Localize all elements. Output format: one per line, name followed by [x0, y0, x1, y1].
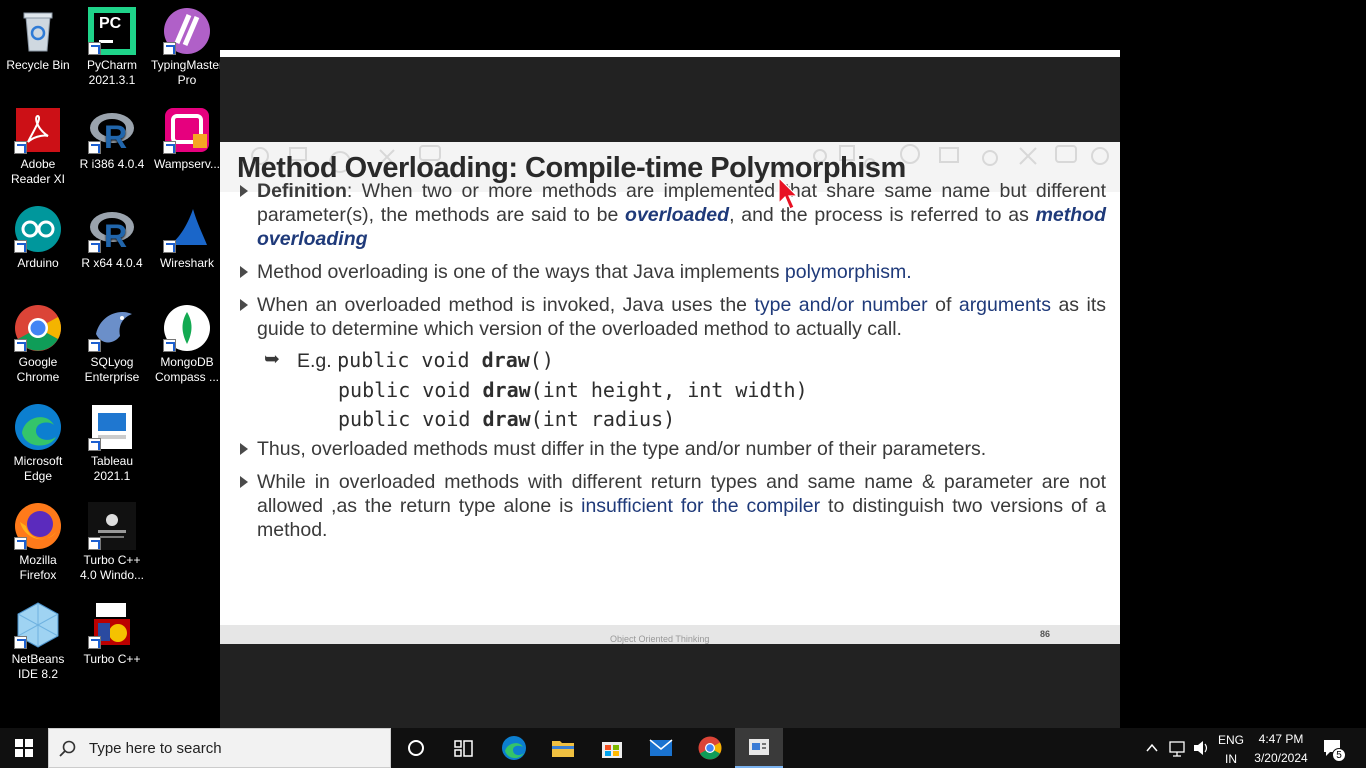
- mail-icon: [649, 739, 673, 756]
- wampserver-icon: [163, 106, 211, 154]
- search-placeholder: Type here to search: [89, 740, 222, 757]
- code-example: E.g. public void draw() public void draw…: [297, 346, 808, 434]
- slide: Method Overloading: Compile-time Polymor…: [220, 142, 1120, 644]
- tray-clock[interactable]: 4:47 PM 3/20/2024: [1252, 728, 1310, 768]
- start-button[interactable]: [0, 728, 48, 768]
- clock-date: 3/20/2024: [1254, 751, 1308, 765]
- desktop-icon-arduino[interactable]: Arduino: [0, 205, 76, 271]
- cortana-button[interactable]: [392, 728, 440, 768]
- bullet-return-types: While in overloaded methods with differe…: [240, 470, 1106, 542]
- chrome-icon: [14, 304, 62, 352]
- arduino-icon: [14, 205, 62, 253]
- desktop-icon-wireshark[interactable]: Wireshark: [149, 205, 225, 271]
- recycle-bin-icon: [14, 7, 62, 55]
- desktop-icon-adobe-reader[interactable]: Adobe Reader XI: [0, 106, 76, 187]
- adobe-reader-icon: [14, 106, 62, 154]
- sub-bullet-arrow-icon: ➥: [264, 348, 280, 370]
- pycharm-icon: PC: [88, 7, 136, 55]
- turbo-cpp-icon: [88, 601, 136, 649]
- clock-time: 4:47 PM: [1258, 732, 1304, 746]
- mongodb-icon: [163, 304, 211, 352]
- desktop-icon-mozilla-firefox[interactable]: Mozilla Firefox: [0, 502, 76, 583]
- folder-icon: [552, 741, 574, 757]
- tableau-icon: [88, 403, 136, 451]
- search-icon: [59, 740, 76, 757]
- slide-page-number: 86: [1040, 629, 1051, 639]
- notification-count-badge: 5: [1332, 748, 1346, 762]
- desktop-icon-tableau[interactable]: Tableau 2021.1: [74, 403, 150, 484]
- typingmaster-icon: [163, 7, 211, 55]
- bullet-arrow-icon: [240, 476, 248, 488]
- desktop-icon-recycle-bin[interactable]: Recycle Bin: [0, 7, 76, 73]
- edge-icon: [502, 736, 526, 760]
- bullet-definition: Definition: When two or more methods are…: [240, 179, 1106, 251]
- tray-overflow-button[interactable]: [1144, 728, 1160, 768]
- mouse-pointer-icon: [778, 177, 799, 210]
- desktop-icon-mongodb-compass[interactable]: MongoDB Compass ...: [149, 304, 225, 385]
- desktop-icon-wampserver[interactable]: Wampserv...: [149, 106, 225, 172]
- task-view-button[interactable]: [440, 728, 488, 768]
- tray-network[interactable]: [1168, 728, 1186, 768]
- desktop-icon-sqlyog[interactable]: SQLyog Enterprise: [74, 304, 150, 385]
- wireshark-icon: [163, 205, 211, 253]
- desktop-icon-typingmaster[interactable]: TypingMaster Pro: [149, 7, 225, 88]
- desktop-icon-microsoft-edge[interactable]: Microsoft Edge: [0, 403, 76, 484]
- task-view-icon: [454, 740, 473, 757]
- edge-icon: [14, 403, 62, 451]
- network-icon: [1169, 741, 1185, 757]
- desktop-icon-r-i386[interactable]: R R i386 4.0.4: [74, 106, 150, 172]
- slide-footer: Object Oriented Thinking 86: [220, 625, 1120, 644]
- tray-volume[interactable]: [1192, 728, 1210, 768]
- window-top-border: [220, 50, 1120, 57]
- chrome-icon: [698, 736, 722, 760]
- bullet-arrow-icon: [240, 266, 248, 278]
- taskbar-file-explorer[interactable]: [539, 728, 587, 768]
- tray-language[interactable]: ENG IN: [1218, 728, 1244, 768]
- bullet-invocation: When an overloaded method is invoked, Ja…: [240, 293, 1106, 341]
- action-center-button[interactable]: 5: [1322, 728, 1352, 768]
- svg-text:R: R: [104, 218, 127, 253]
- netbeans-icon: [14, 601, 62, 649]
- desktop-icon-turbo-cpp[interactable]: Turbo C++: [74, 601, 150, 667]
- bullet-polymorphism: Method overloading is one of the ways th…: [240, 260, 1106, 284]
- taskbar-edge[interactable]: [490, 728, 538, 768]
- firefox-icon: [14, 502, 62, 550]
- desktop-icon-r-x64[interactable]: R R x64 4.0.4: [74, 205, 150, 271]
- windows-logo-icon: [15, 739, 33, 757]
- bullet-arrow-icon: [240, 443, 248, 455]
- slideshow-icon: [749, 739, 769, 755]
- desktop-icon-netbeans[interactable]: NetBeans IDE 8.2: [0, 601, 76, 682]
- taskbar-microsoft-store[interactable]: [588, 728, 636, 768]
- bullet-arrow-icon: [240, 299, 248, 311]
- desktop-icon-google-chrome[interactable]: Google Chrome: [0, 304, 76, 385]
- turbo-cpp-windows-icon: [88, 502, 136, 550]
- taskbar: Type here to search ENG IN 4:47 PM 3/20/…: [0, 728, 1366, 768]
- store-icon: [602, 742, 622, 758]
- r-icon: R: [88, 205, 136, 253]
- taskbar-chrome[interactable]: [686, 728, 734, 768]
- code-line: public void draw(int height, int width): [338, 378, 808, 402]
- taskbar-presentation-app[interactable]: [735, 728, 783, 768]
- desktop-icon-turbo-cpp-windows[interactable]: Turbo C++ 4.0 Windo...: [74, 502, 150, 583]
- code-line: E.g. public void draw(): [297, 348, 554, 372]
- r-icon: R: [88, 106, 136, 154]
- chevron-up-icon: [1146, 743, 1158, 752]
- speaker-icon: [1194, 741, 1208, 755]
- presentation-window[interactable]: Method Overloading: Compile-time Polymor…: [220, 50, 1120, 728]
- bullet-differ: Thus, overloaded methods must differ in …: [240, 437, 1106, 461]
- taskbar-search-box[interactable]: Type here to search: [48, 728, 391, 768]
- svg-text:R: R: [104, 119, 127, 154]
- code-line: public void draw(int radius): [338, 407, 676, 431]
- taskbar-mail[interactable]: [637, 728, 685, 768]
- sqlyog-icon: [88, 304, 136, 352]
- bullet-arrow-icon: [240, 185, 248, 197]
- cortana-icon: [408, 740, 424, 756]
- desktop-icon-pycharm[interactable]: PC PyCharm 2021.3.1: [74, 7, 150, 88]
